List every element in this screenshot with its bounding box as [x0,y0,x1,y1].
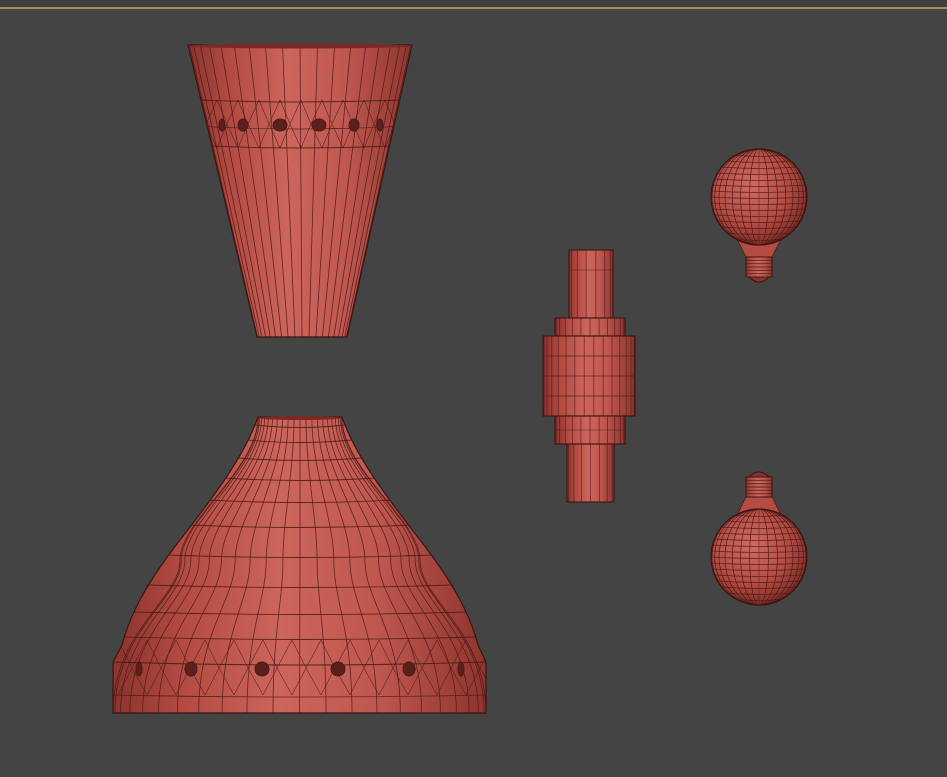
light-bulb-upper[interactable] [710,148,808,283]
light-bulb-lower[interactable] [710,471,808,606]
viewport[interactable] [0,0,947,777]
scene-canvas[interactable] [0,0,947,777]
connector-cylinder[interactable] [542,249,636,503]
upper-lamp-shade[interactable] [187,43,413,338]
lower-lamp-shade[interactable] [112,416,495,714]
